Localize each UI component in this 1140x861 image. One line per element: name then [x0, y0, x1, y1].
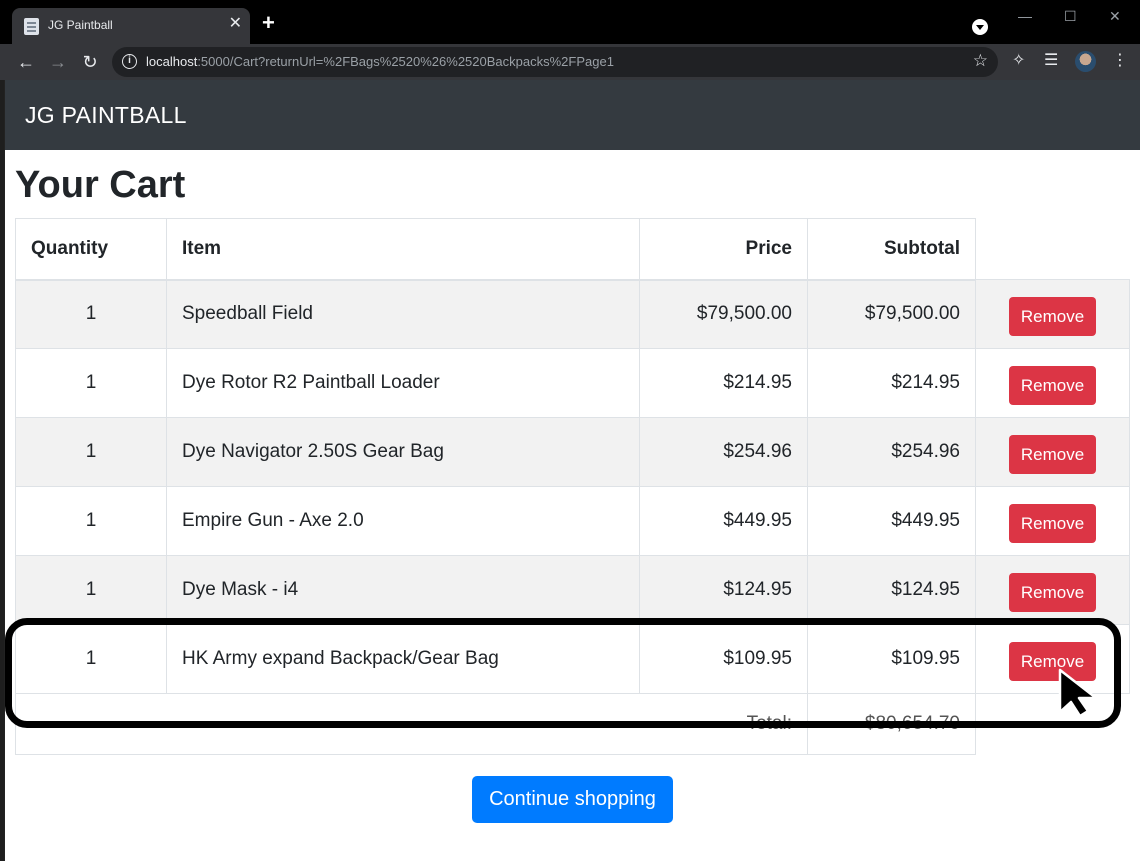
page-favicon-icon — [24, 18, 39, 35]
row-subtotal: $254.96 — [807, 417, 976, 487]
table-row: 1 Speedball Field $79,500.00 $79,500.00 … — [15, 279, 1130, 349]
row-quantity: 1 — [15, 417, 167, 487]
header-quantity: Quantity — [15, 218, 167, 281]
star-icon[interactable]: ☆ — [973, 51, 988, 71]
table-row: 1 Dye Navigator 2.50S Gear Bag $254.96 $… — [15, 417, 1130, 487]
page-content: JG PAINTBALL Your Cart Quantity Item Pri… — [4, 80, 1140, 861]
table-header-row: Quantity Item Price Subtotal — [15, 218, 1130, 281]
row-subtotal: $124.95 — [807, 555, 976, 625]
row-quantity: 1 — [15, 279, 167, 349]
row-price: $109.95 — [639, 624, 808, 694]
table-row: 1 Dye Rotor R2 Paintball Loader $214.95 … — [15, 348, 1130, 418]
site-brand[interactable]: JG PAINTBALL — [25, 102, 187, 129]
row-price: $254.96 — [639, 417, 808, 487]
row-subtotal: $109.95 — [807, 624, 976, 694]
menu-icon[interactable]: ⋮ — [1112, 51, 1128, 71]
cursor-icon — [1058, 668, 1098, 718]
media-icon[interactable]: ☰ — [1044, 51, 1058, 71]
tab-search-icon[interactable] — [972, 19, 988, 35]
row-price: $214.95 — [639, 348, 808, 418]
remove-button[interactable]: Remove — [1008, 503, 1097, 543]
header-subtotal: Subtotal — [807, 218, 976, 281]
total-value: $80,654.70 — [807, 693, 976, 755]
row-item: Speedball Field — [166, 279, 640, 349]
row-item: Dye Rotor R2 Paintball Loader — [166, 348, 640, 418]
avatar[interactable] — [1075, 51, 1096, 72]
reload-icon[interactable]: ↻ — [78, 50, 102, 74]
row-item: Dye Navigator 2.50S Gear Bag — [166, 417, 640, 487]
total-action-empty — [976, 694, 1130, 755]
row-action-cell: Remove — [975, 348, 1130, 418]
site-navbar: JG PAINTBALL — [5, 80, 1140, 150]
maximize-icon[interactable]: ☐ — [1064, 6, 1077, 26]
forward-icon[interactable]: → — [46, 50, 70, 74]
page-title: Your Cart — [15, 164, 186, 206]
tab-title: JG Paintball — [48, 18, 113, 32]
row-item: HK Army expand Backpack/Gear Bag — [166, 624, 640, 694]
row-subtotal: $449.95 — [807, 486, 976, 556]
row-action-cell: Remove — [975, 624, 1130, 694]
remove-button[interactable]: Remove — [1008, 365, 1097, 405]
row-subtotal: $79,500.00 — [807, 279, 976, 349]
total-label: Total: — [15, 693, 808, 755]
header-action-empty — [976, 219, 1130, 280]
browser-toolbar: ← → ↻ i localhost:5000/Cart?returnUrl=%2… — [0, 44, 1140, 80]
row-quantity: 1 — [15, 486, 167, 556]
table-row: 1 Dye Mask - i4 $124.95 $124.95 Remove — [15, 555, 1130, 625]
header-price: Price — [639, 218, 808, 281]
minimize-icon[interactable]: — — [1018, 6, 1032, 26]
remove-button[interactable]: Remove — [1008, 296, 1097, 336]
row-action-cell: Remove — [975, 486, 1130, 556]
close-tab-icon[interactable]: ✕ — [229, 14, 242, 34]
new-tab-icon[interactable]: + — [262, 12, 275, 34]
browser-tab[interactable]: JG Paintball ✕ — [12, 8, 250, 44]
close-window-icon[interactable]: ✕ — [1109, 6, 1121, 26]
table-row: 1 HK Army expand Backpack/Gear Bag $109.… — [15, 624, 1130, 694]
remove-button[interactable]: Remove — [1008, 572, 1097, 612]
url-text[interactable]: localhost:5000/Cart?returnUrl=%2FBags%25… — [146, 54, 614, 69]
cart-table: Quantity Item Price Subtotal 1 Speedball… — [15, 218, 1130, 755]
info-icon[interactable]: i — [122, 54, 137, 69]
row-item: Empire Gun - Axe 2.0 — [166, 486, 640, 556]
remove-button[interactable]: Remove — [1008, 434, 1097, 474]
tab-strip: JG Paintball ✕ + — ☐ ✕ — [0, 0, 1140, 44]
row-action-cell: Remove — [975, 279, 1130, 349]
back-icon[interactable]: ← — [14, 50, 38, 74]
extensions-icon[interactable]: ✧ — [1012, 51, 1025, 71]
row-quantity: 1 — [15, 624, 167, 694]
continue-shopping-button[interactable]: Continue shopping — [472, 776, 673, 823]
row-subtotal: $214.95 — [807, 348, 976, 418]
header-item: Item — [166, 218, 640, 281]
table-row: 1 Empire Gun - Axe 2.0 $449.95 $449.95 R… — [15, 486, 1130, 556]
row-price: $124.95 — [639, 555, 808, 625]
row-price: $79,500.00 — [639, 279, 808, 349]
row-action-cell: Remove — [975, 417, 1130, 487]
row-quantity: 1 — [15, 555, 167, 625]
row-quantity: 1 — [15, 348, 167, 418]
total-row: Total: $80,654.70 — [15, 693, 1130, 755]
address-bar[interactable]: i localhost:5000/Cart?returnUrl=%2FBags%… — [112, 47, 998, 77]
row-action-cell: Remove — [975, 555, 1130, 625]
row-item: Dye Mask - i4 — [166, 555, 640, 625]
row-price: $449.95 — [639, 486, 808, 556]
